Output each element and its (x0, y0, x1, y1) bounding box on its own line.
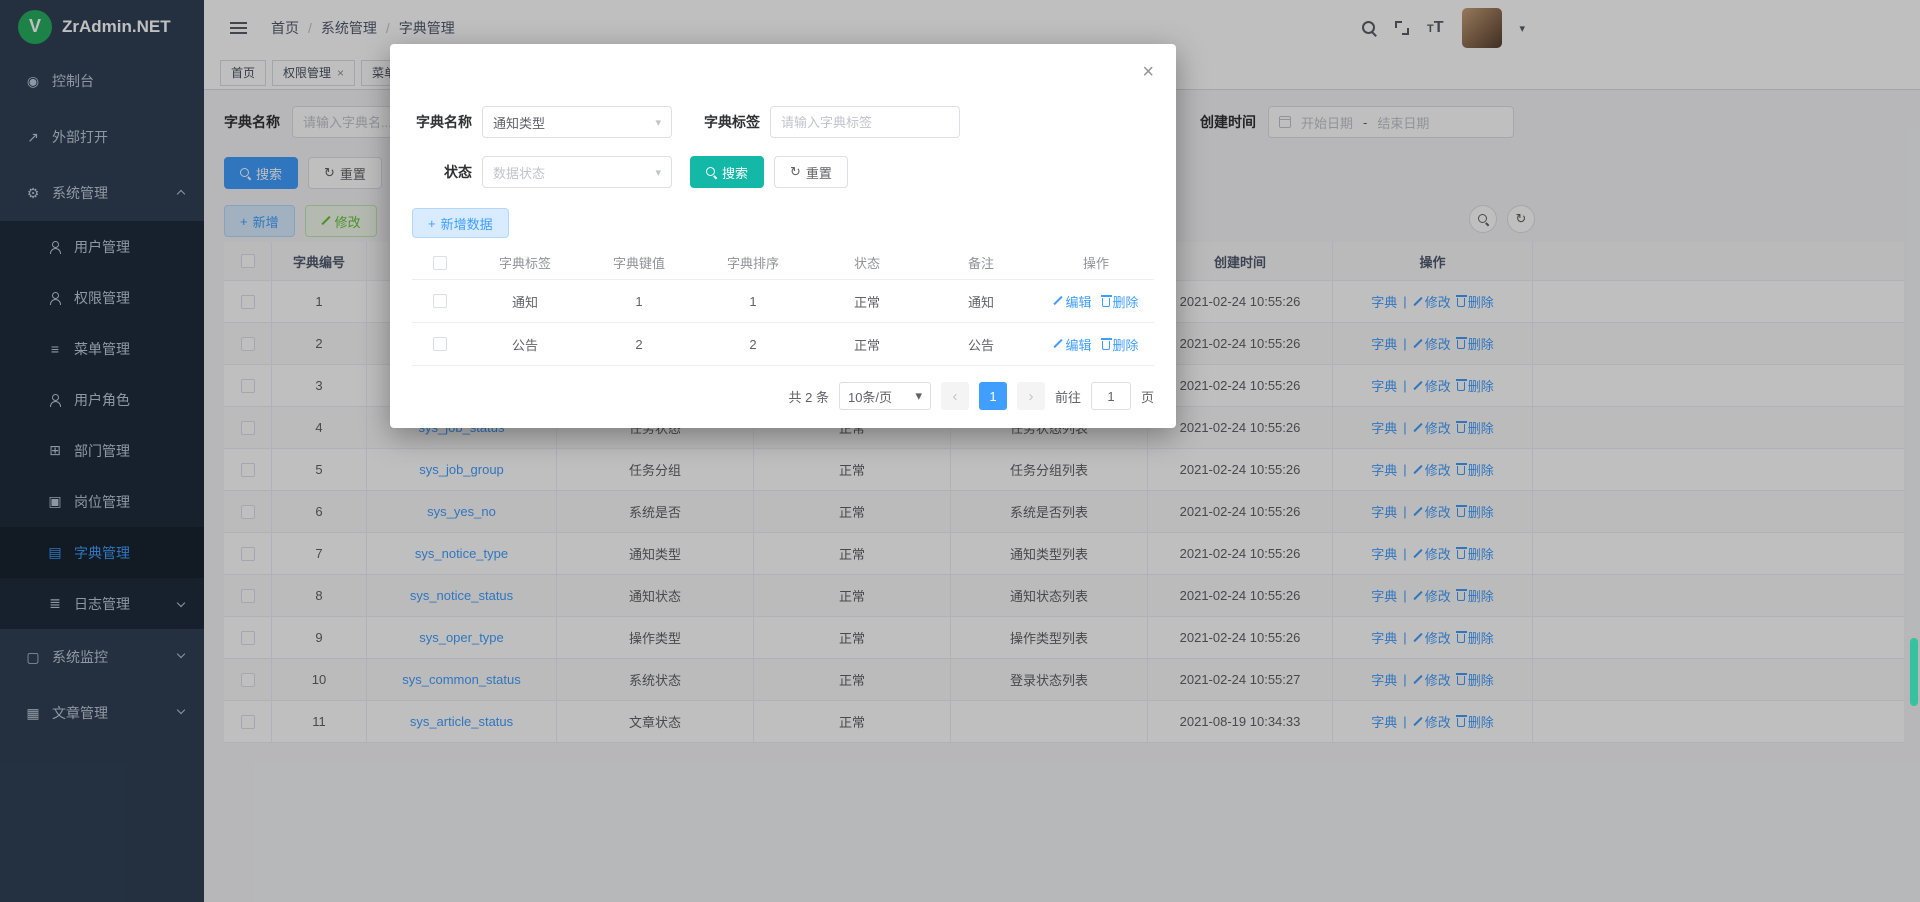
next-page-button[interactable]: › (1017, 382, 1045, 410)
delete-link[interactable]: 删除 (1102, 335, 1139, 354)
remark-cell: 通知 (924, 280, 1038, 322)
delete-link[interactable]: 删除 (1102, 292, 1139, 311)
col-dict-sort: 字典排序 (696, 246, 810, 279)
edit-icon (1053, 339, 1062, 349)
goto-label: 前往 (1055, 387, 1081, 406)
table-row: 公告 2 2 正常 公告 编辑 删除 (412, 323, 1154, 366)
edit-link[interactable]: 编辑 (1053, 292, 1091, 311)
scrollbar[interactable] (1910, 638, 1918, 706)
row-checkbox[interactable] (433, 337, 447, 351)
col-operation: 操作 (1038, 246, 1154, 279)
add-dict-data-button[interactable]: + 新增数据 (412, 208, 509, 238)
page-size-select[interactable]: 10条/页 ▾ (839, 382, 931, 410)
refresh-icon: ↻ (790, 164, 801, 180)
dict-data-table: 字典标签 字典键值 字典排序 状态 备注 操作 通知 1 1 正常 通知 编辑 … (412, 246, 1154, 366)
page-size-value: 10条/页 (848, 387, 892, 406)
prev-page-button[interactable]: ‹ (941, 382, 969, 410)
col-dict-value: 字典键值 (582, 246, 696, 279)
dict-name-label: 字典名称 (412, 112, 472, 132)
col-remark: 备注 (924, 246, 1038, 279)
dict-data-table-header: 字典标签 字典键值 字典排序 状态 备注 操作 (412, 246, 1154, 280)
dict-name-select[interactable]: 通知类型 ▾ (482, 106, 672, 138)
dict-data-dialog: × 字典名称 通知类型 ▾ 字典标签 状态 数据状态 ▾ 搜索 ↻ 重置 + 新… (390, 44, 1176, 428)
dict-label-label: 字典标签 (700, 112, 760, 132)
status-cell: 正常 (810, 323, 924, 365)
col-dict-label: 字典标签 (468, 246, 582, 279)
status-select[interactable]: 数据状态 ▾ (482, 156, 672, 188)
status-cell: 正常 (810, 280, 924, 322)
edit-link[interactable]: 编辑 (1053, 335, 1091, 354)
plus-icon: + (428, 216, 436, 231)
status-label: 状态 (412, 162, 472, 182)
modal-reset-button[interactable]: ↻ 重置 (774, 156, 848, 188)
delete-icon (1102, 298, 1110, 307)
dict-label-input[interactable] (770, 106, 960, 138)
modal-form-row2: 状态 数据状态 ▾ 搜索 ↻ 重置 (412, 156, 848, 188)
chevron-down-icon: ▾ (915, 388, 922, 404)
delete-icon (1102, 341, 1110, 350)
table-row: 通知 1 1 正常 通知 编辑 删除 (412, 280, 1154, 323)
chevron-down-icon: ▾ (655, 166, 661, 179)
dict-value-cell: 1 (582, 280, 696, 322)
dict-value-cell: 2 (582, 323, 696, 365)
search-icon (706, 167, 717, 178)
dict-label-cell: 公告 (468, 323, 582, 365)
close-icon[interactable]: × (1142, 62, 1154, 82)
dict-sort-cell: 1 (696, 280, 810, 322)
edit-icon (1053, 296, 1062, 306)
remark-cell: 公告 (924, 323, 1038, 365)
total-count: 共 2 条 (789, 387, 829, 406)
select-all-checkbox[interactable] (433, 256, 447, 270)
goto-page-input[interactable] (1091, 382, 1131, 410)
dict-sort-cell: 2 (696, 323, 810, 365)
dict-label-cell: 通知 (468, 280, 582, 322)
selected-value: 通知类型 (493, 113, 545, 132)
page-1-button[interactable]: 1 (979, 382, 1007, 410)
page-unit-label: 页 (1141, 387, 1154, 406)
modal-form-row1: 字典名称 通知类型 ▾ 字典标签 (412, 106, 960, 138)
chevron-down-icon: ▾ (655, 116, 661, 129)
select-placeholder: 数据状态 (493, 163, 545, 182)
pagination: 共 2 条 10条/页 ▾ ‹ 1 › 前往 页 (789, 382, 1155, 410)
row-checkbox[interactable] (433, 294, 447, 308)
modal-search-button[interactable]: 搜索 (690, 156, 764, 188)
col-status: 状态 (810, 246, 924, 279)
